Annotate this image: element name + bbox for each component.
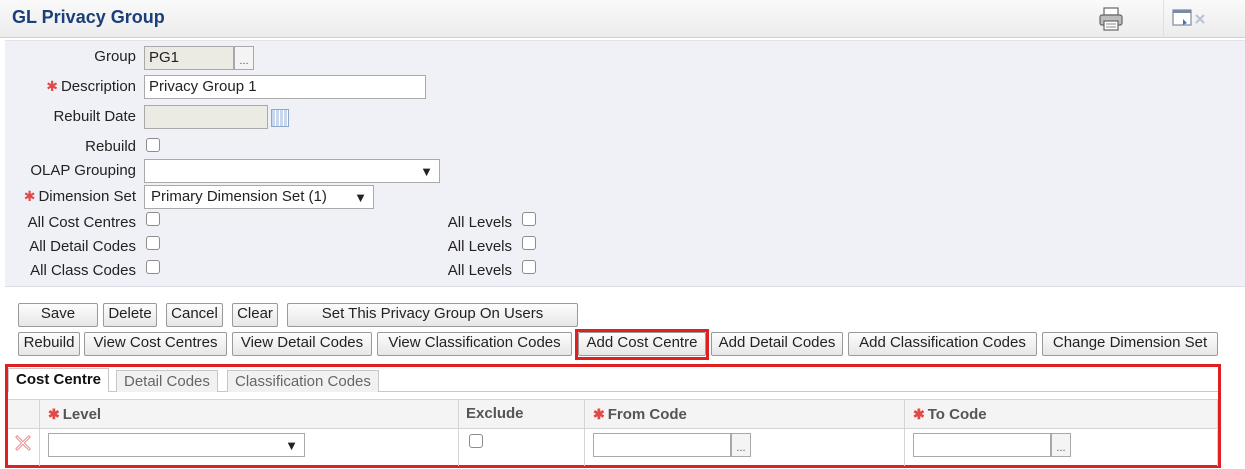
dimension-set-value: Primary Dimension Set (1) <box>151 188 327 205</box>
group-label: Group <box>94 48 136 65</box>
all-levels-label-1: All Levels <box>447 214 512 231</box>
required-marker: ✱ <box>913 406 925 422</box>
to-code-field[interactable] <box>913 433 1051 457</box>
required-marker: ✱ <box>46 78 58 94</box>
all-levels-label-2: All Levels <box>447 238 512 255</box>
tab-detail-codes[interactable]: Detail Codes <box>116 370 218 392</box>
grid-col-divider <box>904 399 905 466</box>
all-class-codes-label: All Class Codes <box>30 262 136 279</box>
all-levels-label-3: All Levels <box>447 262 512 279</box>
description-label: ✱ Description <box>0 78 136 95</box>
rebuild-button[interactable]: Rebuild <box>18 332 80 356</box>
add-cost-centre-button[interactable]: Add Cost Centre <box>578 332 706 356</box>
dimension-set-select[interactable]: Primary Dimension Set (1) ▼ <box>144 185 374 209</box>
description-label-text: Description <box>60 78 136 95</box>
title-bar <box>0 0 1245 38</box>
view-cost-centres-button[interactable]: View Cost Centres <box>84 332 227 356</box>
all-levels-checkbox-3[interactable] <box>522 260 536 274</box>
from-code-field[interactable] <box>593 433 731 457</box>
grid-col-divider <box>584 399 585 466</box>
dimension-set-label-text: Dimension Set <box>38 188 136 205</box>
column-header-from-code[interactable]: ✱ From Code <box>593 399 687 430</box>
exclude-checkbox[interactable] <box>469 434 483 448</box>
change-dimension-set-button[interactable]: Change Dimension Set <box>1042 332 1218 356</box>
olap-grouping-label: OLAP Grouping <box>30 162 136 179</box>
chevron-down-icon: ▼ <box>285 438 298 453</box>
column-header-to-code-text: To Code <box>927 406 987 423</box>
column-header-exclude[interactable]: Exclude <box>466 399 524 429</box>
delete-button[interactable]: Delete <box>103 303 157 327</box>
printer-icon[interactable] <box>1097 6 1125 32</box>
grid-col-divider <box>1217 399 1218 466</box>
column-header-level-text: Level <box>62 406 102 423</box>
all-cost-centres-label: All Cost Centres <box>27 214 136 231</box>
rebuild-checkbox[interactable] <box>146 138 160 152</box>
title-divider <box>1163 0 1164 38</box>
all-detail-codes-label: All Detail Codes <box>29 238 136 255</box>
add-detail-codes-button[interactable]: Add Detail Codes <box>711 332 843 356</box>
grid-col-divider <box>458 399 459 466</box>
tab-classification-codes[interactable]: Classification Codes <box>227 370 379 392</box>
clear-button[interactable]: Clear <box>232 303 278 327</box>
set-privacy-group-on-users-button[interactable]: Set This Privacy Group On Users <box>287 303 578 327</box>
all-class-codes-checkbox[interactable] <box>146 260 160 274</box>
delete-row-icon[interactable] <box>14 434 32 452</box>
group-field[interactable]: PG1 <box>144 46 234 70</box>
save-button[interactable]: Save <box>18 303 98 327</box>
dimension-set-label: ✱ Dimension Set <box>0 188 136 205</box>
column-header-from-code-text: From Code <box>607 406 687 423</box>
olap-grouping-select[interactable]: ▼ <box>144 159 440 183</box>
required-marker: ✱ <box>23 188 36 204</box>
page-title: GL Privacy Group <box>12 7 165 27</box>
required-marker: ✱ <box>593 406 605 422</box>
grid-col-divider <box>39 399 40 466</box>
to-code-lookup-button[interactable]: ... <box>1051 433 1071 457</box>
add-classification-codes-button[interactable]: Add Classification Codes <box>848 332 1037 356</box>
column-header-to-code[interactable]: ✱ To Code <box>913 399 987 430</box>
rebuild-label: Rebuild <box>85 138 136 155</box>
view-detail-codes-button[interactable]: View Detail Codes <box>232 332 372 356</box>
all-cost-centres-checkbox[interactable] <box>146 212 160 226</box>
all-detail-codes-checkbox[interactable] <box>146 236 160 250</box>
tab-cost-centre[interactable]: Cost Centre <box>8 368 110 392</box>
chevron-down-icon: ▼ <box>354 190 367 205</box>
rebuilt-date-field[interactable] <box>144 105 268 129</box>
window-close-icon[interactable] <box>1170 6 1218 30</box>
rebuilt-date-label: Rebuilt Date <box>53 108 136 125</box>
group-lookup-button[interactable]: ... <box>234 46 254 70</box>
level-select[interactable]: ▼ <box>48 433 305 457</box>
from-code-lookup-button[interactable]: ... <box>731 433 751 457</box>
all-levels-checkbox-2[interactable] <box>522 236 536 250</box>
all-levels-checkbox-1[interactable] <box>522 212 536 226</box>
view-classification-codes-button[interactable]: View Classification Codes <box>377 332 572 356</box>
description-field[interactable]: Privacy Group 1 <box>144 75 426 99</box>
column-header-level[interactable]: ✱ Level <box>48 399 101 430</box>
chevron-down-icon: ▼ <box>420 164 433 179</box>
cancel-button[interactable]: Cancel <box>166 303 223 327</box>
required-marker: ✱ <box>48 406 60 422</box>
calendar-icon[interactable] <box>271 109 289 127</box>
